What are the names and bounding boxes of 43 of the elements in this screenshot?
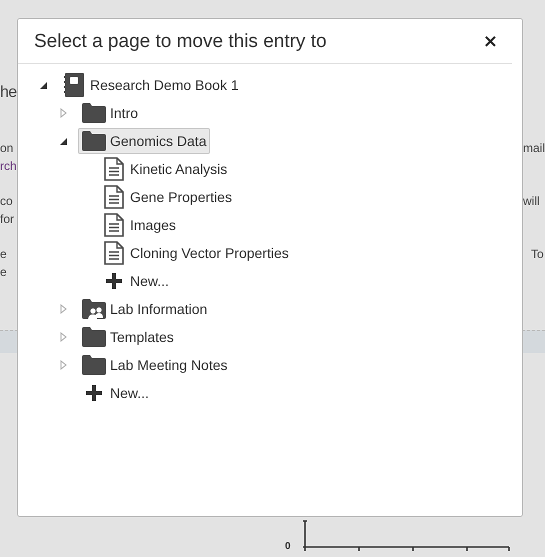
tree-item[interactable]: Lab Information (78, 296, 212, 322)
notebook-icon (64, 73, 84, 97)
axis-tick-label: 0 (285, 541, 291, 553)
tree-item[interactable]: Genomics Data (78, 128, 210, 154)
document-icon (104, 185, 124, 209)
collapsed-toggle-icon[interactable] (60, 304, 67, 314)
expanded-toggle-icon[interactable] (40, 82, 47, 88)
new-item[interactable]: New... (98, 268, 173, 294)
folder-icon (82, 355, 106, 375)
collapsed-toggle-icon[interactable] (60, 360, 67, 370)
tree-item[interactable]: Kinetic Analysis (98, 156, 232, 182)
document-icon (104, 157, 124, 181)
tree-item[interactable]: Gene Properties (98, 184, 236, 210)
tree-item[interactable]: Templates (78, 324, 178, 350)
plus-icon (86, 385, 102, 401)
collapsed-toggle-icon[interactable] (60, 108, 67, 118)
plus-icon (106, 273, 122, 289)
new-item[interactable]: New... (78, 380, 153, 406)
page-text: will (523, 193, 540, 210)
page-link[interactable]: rch (0, 157, 17, 175)
dialog-title: Select a page to move this entry to (34, 31, 327, 53)
collapsed-toggle-icon[interactable] (60, 332, 67, 342)
page-text: mail (523, 140, 545, 157)
expanded-toggle-icon[interactable] (60, 138, 67, 144)
close-button[interactable]: × (480, 33, 500, 51)
people-folder-icon (82, 299, 106, 319)
page-heading: he (0, 83, 17, 103)
tree-item[interactable]: Images (98, 212, 180, 238)
folder-icon (82, 327, 106, 347)
tree-item[interactable]: Research Demo Book 1 (58, 72, 243, 98)
page-text: co (0, 193, 13, 210)
folder-icon (82, 103, 106, 123)
page-text: for (0, 211, 14, 228)
document-icon (104, 241, 124, 265)
page-text: To (531, 246, 544, 263)
folder-icon (82, 131, 106, 151)
page-text: e (0, 246, 7, 263)
page-text: e (0, 264, 7, 281)
tree-item[interactable]: Lab Meeting Notes (78, 352, 232, 378)
document-icon (104, 213, 124, 237)
tree-item[interactable]: Intro (78, 100, 142, 126)
page-text: on (0, 140, 14, 157)
tree-item[interactable]: Cloning Vector Properties (98, 240, 293, 266)
